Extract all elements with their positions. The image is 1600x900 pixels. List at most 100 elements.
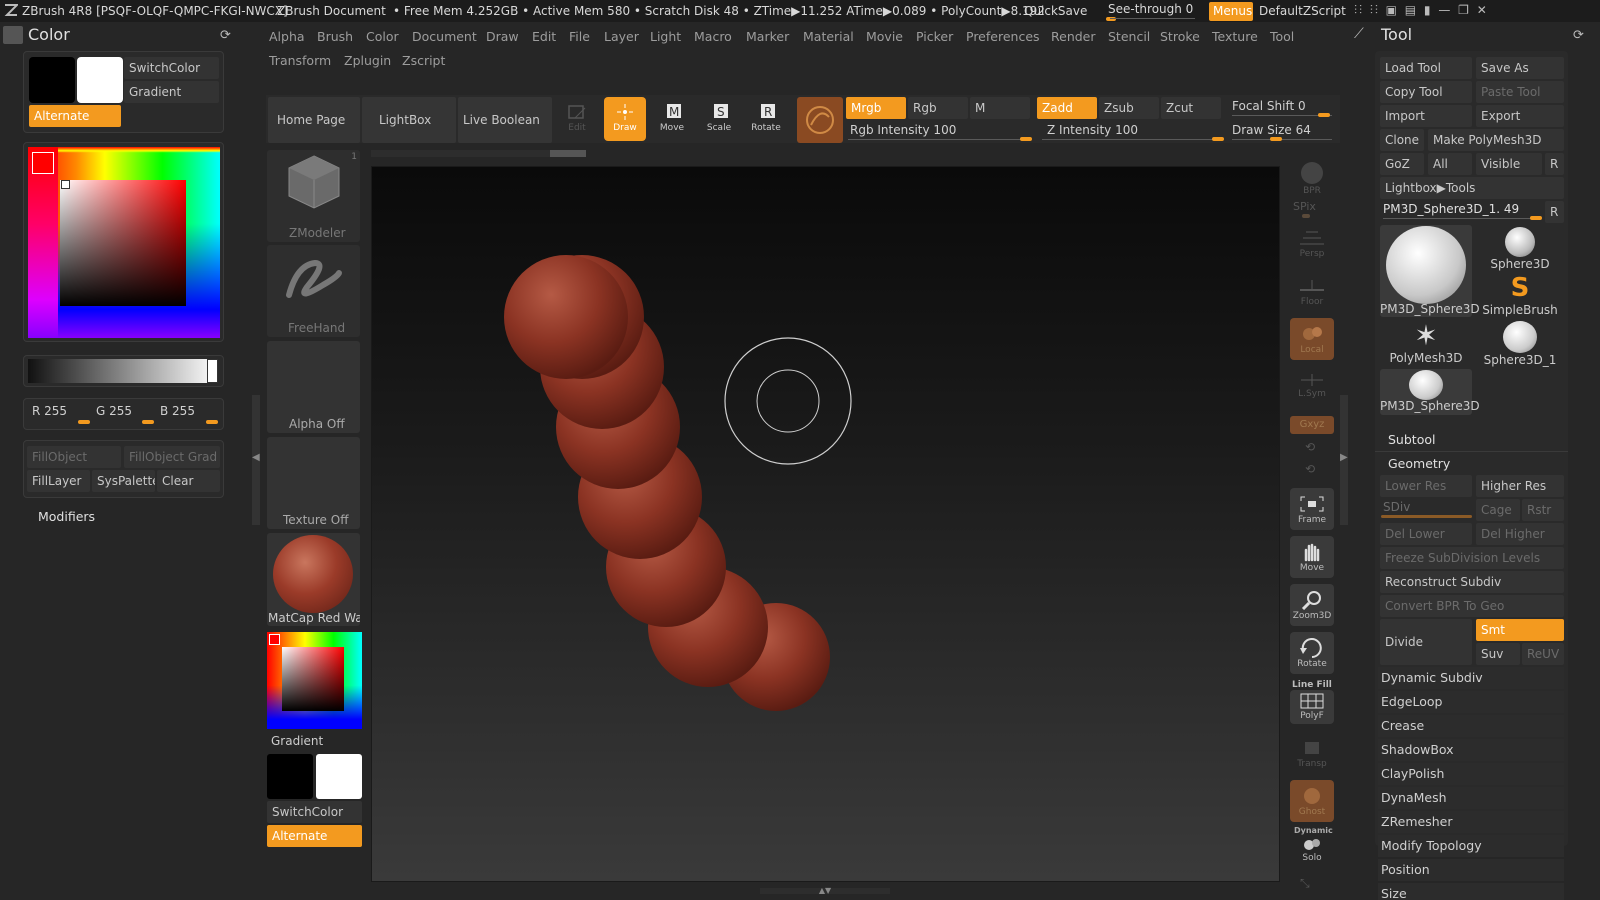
green-slider-knob[interactable]	[142, 420, 154, 424]
subtool-section[interactable]: Subtool	[1388, 432, 1435, 447]
alpha-slot[interactable]: Alpha Off	[267, 341, 360, 433]
document-canvas[interactable]	[371, 166, 1280, 882]
menu-color[interactable]: Color	[366, 29, 399, 44]
current-tool-slider[interactable]: PM3D_Sphere3D_1. 49	[1383, 202, 1519, 216]
goz-visible-button[interactable]: Visible	[1476, 153, 1542, 175]
switch-color-button[interactable]: SwitchColor	[124, 57, 219, 79]
current-tool-knob[interactable]	[1530, 216, 1542, 220]
mrgb-toggle[interactable]: Mrgb	[846, 97, 906, 119]
fill-object-grad-button[interactable]: FillObject Grad	[124, 446, 220, 468]
tray-alternate-button[interactable]: Alternate	[267, 825, 362, 847]
red-value[interactable]: R 255	[32, 404, 67, 418]
blue-slider-knob[interactable]	[206, 420, 218, 424]
menus-toggle[interactable]: Menus	[1209, 2, 1253, 21]
menu-light[interactable]: Light	[650, 29, 681, 44]
menu-picker[interactable]: Picker	[916, 29, 953, 44]
tool-thumb-simplebrush[interactable]: S SimpleBrush	[1476, 273, 1564, 319]
home-page-button[interactable]: Home Page	[268, 97, 360, 143]
fill-object-button[interactable]: FillObject	[27, 446, 121, 468]
divide-button[interactable]: Divide	[1380, 619, 1472, 665]
saturation-square[interactable]	[60, 180, 186, 306]
menu-document[interactable]: Document	[412, 29, 477, 44]
tool-thumb-sphere3d[interactable]: Sphere3D	[1476, 225, 1564, 271]
modify-topology-section[interactable]: Modify Topology	[1378, 835, 1564, 857]
reuv-button[interactable]: ReUV	[1522, 643, 1564, 665]
menu-zplugin[interactable]: Zplugin	[344, 53, 391, 68]
menu-layer[interactable]: Layer	[604, 29, 639, 44]
menu-material[interactable]: Material	[803, 29, 854, 44]
del-lower-button[interactable]: Del Lower	[1380, 523, 1472, 545]
floor-button[interactable]: Floor	[1290, 270, 1334, 312]
default-zscript[interactable]: DefaultZScript	[1259, 4, 1346, 18]
menu-render[interactable]: Render	[1051, 29, 1096, 44]
refresh-icon[interactable]: ⟳	[220, 28, 231, 43]
dynamesh-section[interactable]: DynaMesh	[1378, 787, 1564, 809]
geometry-section[interactable]: Geometry	[1388, 456, 1450, 471]
brush-thumbnail[interactable]	[797, 97, 843, 143]
draw-mode-button[interactable]: Draw	[604, 97, 646, 141]
menu-marker[interactable]: Marker	[746, 29, 789, 44]
menu-movie[interactable]: Movie	[866, 29, 903, 44]
copy-tool-button[interactable]: Copy Tool	[1380, 81, 1472, 103]
local-button[interactable]: Local	[1290, 318, 1334, 360]
sys-palette-button[interactable]: SysPalette	[92, 470, 155, 492]
texture-slot[interactable]: Texture Off	[267, 437, 360, 529]
z-intensity-slider[interactable]: Z Intensity 100	[1047, 123, 1138, 137]
load-tool-button[interactable]: Load Tool	[1380, 57, 1472, 79]
freeze-subdiv-button[interactable]: Freeze SubDivision Levels	[1380, 547, 1564, 569]
spix-slider[interactable]: SPix	[1293, 200, 1316, 213]
cage-button[interactable]: Cage	[1476, 499, 1520, 521]
rotate-mode-button[interactable]: R Rotate	[745, 97, 787, 141]
claypolish-section[interactable]: ClayPolish	[1378, 763, 1564, 785]
persp-button[interactable]: Persp	[1290, 222, 1334, 264]
transpose-icon[interactable]: ⤡	[1300, 876, 1310, 891]
goz-all-button[interactable]: All	[1428, 153, 1472, 175]
smt-toggle[interactable]: Smt	[1476, 619, 1564, 641]
draw-size-knob[interactable]	[1270, 137, 1282, 141]
live-boolean-button[interactable]: Live Boolean	[458, 97, 552, 143]
tray-secondary-swatch[interactable]	[316, 754, 362, 799]
import-button[interactable]: Import	[1380, 105, 1472, 127]
canvas-bottom-handle[interactable]: ▲▼	[760, 887, 890, 895]
see-through-slider[interactable]: See-through 0	[1108, 2, 1193, 16]
make-polymesh-button[interactable]: Make PolyMesh3D	[1428, 129, 1564, 151]
solo-button[interactable]: Solo	[1290, 834, 1334, 868]
tray-hue-marker[interactable]	[269, 634, 280, 645]
rstr-button[interactable]: Rstr	[1522, 499, 1564, 521]
zadd-toggle[interactable]: Zadd	[1037, 97, 1097, 119]
tray-primary-swatch[interactable]	[267, 754, 313, 799]
rotate-axis-icon[interactable]: ⟲	[1305, 440, 1315, 454]
goz-button[interactable]: GoZ	[1380, 153, 1424, 175]
tool-refresh-icon[interactable]: ⟳	[1573, 28, 1584, 43]
position-section[interactable]: Position	[1378, 859, 1564, 881]
menu-brush[interactable]: Brush	[317, 29, 353, 44]
menu-stroke[interactable]: Stroke	[1160, 29, 1200, 44]
sv-marker[interactable]	[61, 180, 70, 189]
paste-tool-button[interactable]: Paste Tool	[1476, 81, 1564, 103]
value-slider-knob[interactable]	[207, 359, 218, 383]
clone-button[interactable]: Clone	[1380, 129, 1424, 151]
move-mode-button[interactable]: M Move	[651, 97, 693, 141]
frame-button[interactable]: Frame	[1290, 488, 1334, 530]
menu-texture[interactable]: Texture	[1212, 29, 1258, 44]
crease-section[interactable]: Crease	[1378, 715, 1564, 737]
zsub-toggle[interactable]: Zsub	[1099, 97, 1159, 119]
polyf-button[interactable]: PolyF	[1290, 690, 1334, 724]
draw-size-slider[interactable]: Draw Size 64	[1232, 123, 1311, 137]
ghost-button[interactable]: Ghost	[1290, 780, 1334, 822]
modifiers-section[interactable]: Modifiers	[38, 509, 95, 524]
zoom3d-button[interactable]: Zoom3D	[1290, 584, 1334, 626]
z-intensity-knob[interactable]	[1212, 137, 1224, 141]
lsym-button[interactable]: L.Sym	[1290, 366, 1334, 402]
primary-color-swatch[interactable]	[29, 57, 75, 103]
reconstruct-subdiv-button[interactable]: Reconstruct Subdiv	[1380, 571, 1564, 593]
zmodeler-brush-slot[interactable]: 1 ZModeler	[267, 150, 360, 242]
xyz-button[interactable]: Gxyz	[1290, 416, 1334, 434]
rgb-intensity-slider[interactable]: Rgb Intensity 100	[850, 123, 956, 137]
menu-tool[interactable]: Tool	[1270, 29, 1294, 44]
tool-thumb-pm3d-sphere[interactable]: PM3D_Sphere3D	[1380, 225, 1480, 317]
menu-transform[interactable]: Transform	[269, 53, 331, 68]
menu-draw[interactable]: Draw	[486, 29, 519, 44]
menu-file[interactable]: File	[569, 29, 590, 44]
tray-gradient-label[interactable]: Gradient	[271, 734, 323, 748]
